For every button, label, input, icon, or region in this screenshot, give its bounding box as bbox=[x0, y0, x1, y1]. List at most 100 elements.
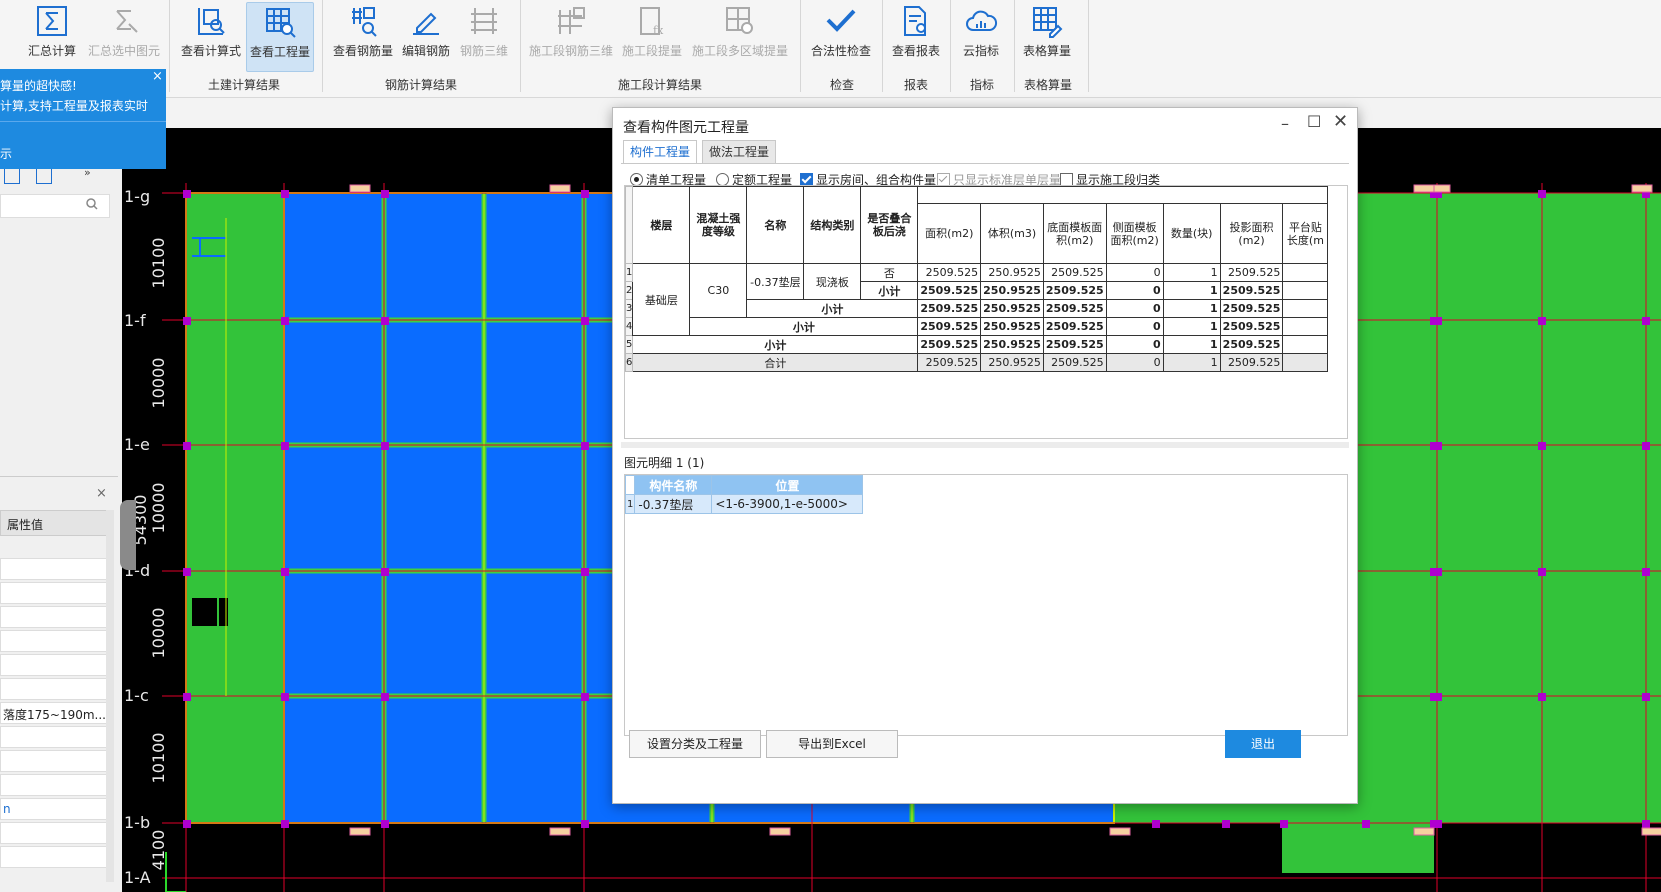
group-separator bbox=[322, 0, 323, 92]
table-row[interactable]: 4 小计 2509.525 250.9525 2509.525 0 1 2509… bbox=[625, 317, 1329, 336]
stage-rebar-3d-button[interactable]: 施工段钢筋三维 bbox=[526, 2, 616, 70]
group-separator bbox=[1014, 0, 1015, 92]
axis-label-1f: 1-f bbox=[124, 311, 146, 330]
minimize-button[interactable]: – bbox=[1281, 114, 1289, 133]
detail-row[interactable]: 1 -0.37垫层 <1-6-3900,1-e-5000> bbox=[624, 494, 864, 514]
axis-label-1b: 1-b bbox=[124, 813, 150, 832]
divider bbox=[0, 121, 166, 122]
stage-fx-icon: fx bbox=[640, 7, 664, 37]
header-platform: 平台贴长度(m bbox=[1282, 203, 1329, 264]
property-row[interactable] bbox=[0, 750, 108, 772]
header-area: 面积(m2) bbox=[917, 203, 982, 264]
property-row[interactable] bbox=[0, 606, 108, 628]
header-grade: 混凝土强度等级 bbox=[689, 186, 748, 264]
summary-selected-button[interactable]: 汇总选中图元 bbox=[84, 2, 164, 70]
view-rebar-button[interactable]: 查看钢筋量 bbox=[330, 2, 396, 70]
property-row[interactable] bbox=[0, 558, 108, 580]
group-separator bbox=[520, 0, 521, 92]
dimension-text: 10000 bbox=[149, 608, 168, 659]
property-row[interactable] bbox=[0, 726, 108, 748]
rebar-3d-button[interactable]: 钢筋三维 bbox=[456, 2, 512, 70]
close-button[interactable]: ✕ bbox=[1333, 111, 1348, 132]
group-label-stage: 施工段计算结果 bbox=[617, 78, 702, 92]
dimension-text: 10000 bbox=[149, 358, 168, 409]
property-row[interactable] bbox=[0, 678, 108, 700]
divider bbox=[621, 163, 1349, 164]
quantity-table[interactable]: 楼层 混凝土强度等级 名称 结构类别 是否叠合板后浇 面积(m2) 体积(m3)… bbox=[624, 185, 1348, 439]
group-separator bbox=[169, 0, 170, 92]
dimension-text: 4100 bbox=[149, 830, 168, 871]
axis-label-1A: 1-A bbox=[124, 868, 151, 887]
edit-rebar-button[interactable]: 编辑钢筋 bbox=[398, 2, 454, 70]
group-separator bbox=[882, 0, 883, 92]
table-row-total[interactable]: 6 合计 2509.525 250.9525 2509.525 0 1 2509… bbox=[625, 353, 1329, 372]
property-row[interactable]: n bbox=[0, 798, 108, 820]
export-excel-button[interactable]: 导出到Excel bbox=[766, 730, 898, 758]
maximize-button[interactable]: ☐ bbox=[1307, 112, 1321, 131]
cell-name: -0.37垫层 bbox=[746, 263, 805, 300]
view-quantity-button[interactable]: 查看工程量 bbox=[246, 2, 314, 72]
quantity-grid: 楼层 混凝土强度等级 名称 结构类别 是否叠合板后浇 面积(m2) 体积(m3)… bbox=[625, 186, 1329, 372]
table-search-icon bbox=[266, 8, 296, 38]
axis-label-1c: 1-c bbox=[124, 686, 149, 705]
splitter[interactable] bbox=[621, 442, 1349, 448]
checkmark-icon bbox=[826, 9, 856, 32]
cloud-index-button[interactable]: 云指标 bbox=[954, 2, 1008, 70]
dimension-text: 10100 bbox=[149, 238, 168, 289]
view-calc-formula-button[interactable]: 查看计算式 bbox=[178, 2, 244, 70]
sigma-icon bbox=[37, 6, 67, 36]
header-stack: 是否叠合板后浇 bbox=[860, 186, 919, 264]
quantity-dialog: 查看构件图元工程量 – ☐ ✕ 构件工程量 做法工程量 清单工程量 定额工程量 … bbox=[612, 107, 1358, 804]
sigma-select-icon bbox=[116, 10, 138, 33]
table-row[interactable]: 1 基础层 C30 -0.37垫层 现浇板 否 2509.525 250.952… bbox=[625, 263, 1329, 336]
table-edit-icon bbox=[1033, 7, 1063, 38]
close-icon[interactable]: × bbox=[152, 69, 163, 84]
group-label-rebar: 钢筋计算结果 bbox=[384, 78, 457, 92]
group-label-tablecalc: 表格算量 bbox=[1023, 78, 1072, 92]
summary-calc-button[interactable]: 汇总计算 bbox=[24, 2, 80, 70]
dimension-text: 10000 bbox=[149, 483, 168, 534]
report-icon bbox=[904, 6, 926, 36]
dimension-text: 10100 bbox=[149, 733, 168, 784]
cell-component-name: -0.37垫层 bbox=[634, 494, 713, 514]
svg-text:fx: fx bbox=[653, 24, 664, 37]
property-row[interactable] bbox=[0, 654, 108, 676]
rebar-search-icon bbox=[352, 7, 377, 37]
tab-component-quantity[interactable]: 构件工程量 bbox=[623, 140, 698, 164]
property-row[interactable] bbox=[0, 774, 108, 796]
stage-multi-icon bbox=[726, 7, 753, 34]
property-row[interactable] bbox=[0, 846, 108, 868]
search-icon[interactable] bbox=[86, 198, 98, 210]
validity-check-button[interactable]: 合法性检查 bbox=[806, 2, 876, 70]
view-report-button[interactable]: 查看报表 bbox=[886, 2, 946, 70]
table-calc-button[interactable]: 表格算量 bbox=[1018, 2, 1076, 70]
header-floor: 楼层 bbox=[632, 186, 691, 264]
detail-label: 图元明细 1 (1) bbox=[624, 456, 705, 470]
cell-struct: 现浇板 bbox=[803, 263, 862, 300]
settings-button[interactable]: 设置分类及工程量 bbox=[629, 730, 761, 758]
axis-label-1e: 1-e bbox=[124, 435, 150, 454]
save-icon[interactable] bbox=[36, 168, 52, 184]
cell-stack: 否 bbox=[860, 263, 919, 282]
cell-grade: C30 bbox=[689, 263, 748, 318]
panel-collapse-handle[interactable] bbox=[120, 500, 136, 570]
axis-label-1g: 1-g bbox=[124, 187, 150, 206]
property-row[interactable] bbox=[0, 582, 108, 604]
formula-search-icon bbox=[198, 8, 225, 35]
property-row[interactable] bbox=[0, 822, 108, 844]
notification-tip[interactable]: 算量的超快感! 计算,支持工程量及报表实时 示 × bbox=[0, 69, 166, 169]
group-label-civil: 土建计算结果 bbox=[207, 78, 280, 92]
stage-multi-area-button[interactable]: 施工段多区域提量 bbox=[688, 2, 792, 70]
layer-icon[interactable] bbox=[4, 168, 20, 184]
tab-method-quantity[interactable]: 做法工程量 bbox=[702, 140, 777, 164]
close-icon[interactable]: × bbox=[96, 486, 107, 501]
scrollbar[interactable] bbox=[106, 510, 114, 882]
property-row[interactable]: 落度175~190m... bbox=[0, 702, 108, 724]
exit-button[interactable]: 退出 bbox=[1225, 730, 1301, 758]
property-row[interactable] bbox=[0, 630, 108, 652]
cloud-icon bbox=[966, 10, 998, 31]
cell-floor: 基础层 bbox=[632, 263, 691, 336]
stage-quantity-button[interactable]: fx 施工段提量 bbox=[618, 2, 686, 70]
detail-table[interactable]: 构件名称 位置 1 -0.37垫层 <1-6-3900,1-e-5000> bbox=[624, 474, 1348, 736]
table-row[interactable]: 5 小计 2509.525 250.9525 2509.525 0 1 2509… bbox=[625, 335, 1329, 354]
